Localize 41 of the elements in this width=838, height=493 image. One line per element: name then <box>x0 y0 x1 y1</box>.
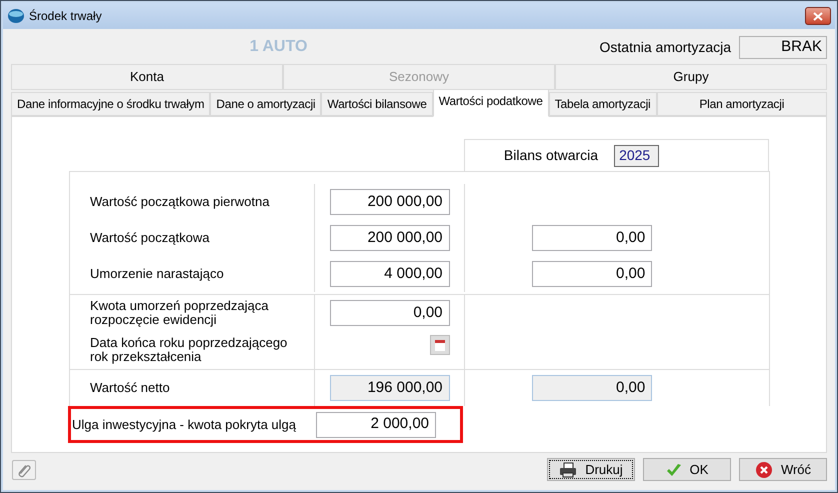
window-title: Środek trwały <box>29 8 102 25</box>
tab[interactable]: Dane o amortyzacji <box>210 92 322 116</box>
input-field[interactable]: 4 000,00 <box>330 261 450 287</box>
field-label: Wartość początkowa pierwotna <box>90 195 270 209</box>
field-label: Wartość netto <box>90 381 170 395</box>
field-label: Ulga inwestycyjna - kwota pokryta ulgą <box>71 416 297 434</box>
input-field[interactable]: 0,00 <box>330 300 450 326</box>
readonly-field[interactable]: 196 000,00 <box>330 375 450 401</box>
close-icon <box>813 12 823 20</box>
field-label: Umorzenie narastająco <box>90 267 224 281</box>
tab[interactable]: Grupy <box>555 64 827 90</box>
input-field[interactable]: 0,00 <box>532 225 652 251</box>
cancel-icon <box>754 460 773 478</box>
opening-balance-label: Bilans otwarcia <box>504 146 598 165</box>
tab[interactable]: Plan amortyzacji <box>656 92 827 116</box>
input-field[interactable]: 200 000,00 <box>330 189 450 215</box>
print-button[interactable]: Drukuj <box>547 458 635 481</box>
back-button[interactable]: Wróć <box>739 458 827 481</box>
field-label: Data końca roku poprzedzającego rok przekształcenia <box>90 336 288 364</box>
input-field[interactable]: 0,00 <box>532 261 652 287</box>
tab[interactable]: Wartości bilansowe <box>321 92 433 116</box>
tab[interactable]: Tabela amortyzacji <box>548 92 657 116</box>
ok-button[interactable]: OK <box>643 458 731 481</box>
asset-name: 1 AUTO <box>248 37 308 57</box>
printer-icon <box>559 462 578 478</box>
readonly-field[interactable]: 0,00 <box>532 375 652 401</box>
tab[interactable]: Wartości podatkowe <box>432 89 549 117</box>
calendar-icon[interactable] <box>430 335 450 355</box>
close-button[interactable] <box>805 7 831 25</box>
paperclip-icon[interactable] <box>12 460 36 480</box>
input-field[interactable]: 200 000,00 <box>330 225 450 251</box>
last-depreciation-field: BRAK <box>739 36 827 58</box>
app-icon <box>7 8 25 24</box>
field-label: Wartość początkowa <box>90 231 210 245</box>
tab[interactable]: Konta <box>11 64 283 90</box>
tab[interactable]: Dane informacyjne o środku trwałym <box>11 92 210 116</box>
field-label: Kwota umorzeń poprzedzająca rozpoczęcie ewidencji <box>90 299 270 327</box>
last-depreciation-label: Ostatnia amortyzacja <box>600 38 731 57</box>
checkmark-icon <box>666 462 682 476</box>
input-field[interactable]: 2 000,00 <box>316 412 436 438</box>
year-field: 2025 <box>614 144 660 166</box>
